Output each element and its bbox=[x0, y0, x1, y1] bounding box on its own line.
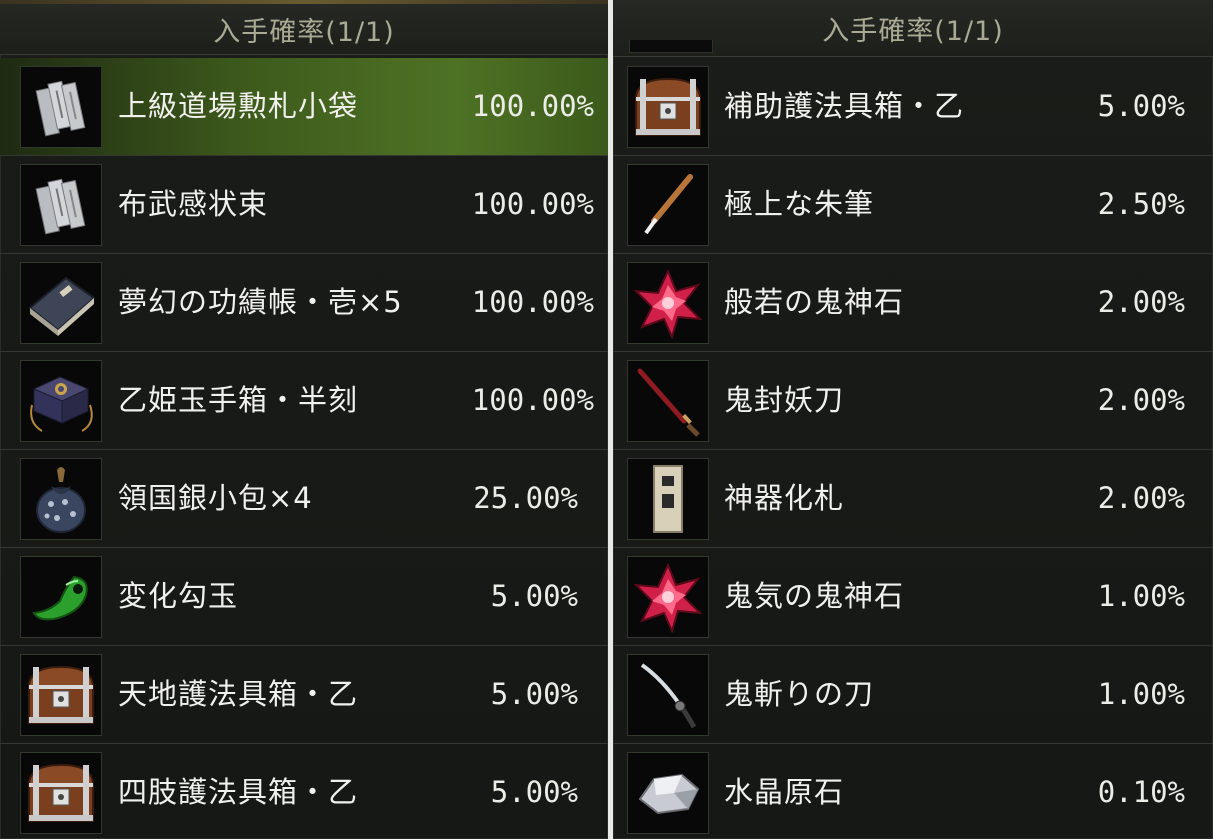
paper-talismans-icon bbox=[20, 66, 102, 148]
item-name: 乙姫玉手箱・半刻 bbox=[118, 383, 359, 417]
red-crystal-icon bbox=[627, 262, 709, 344]
panel-header: 入手確率(1/1) bbox=[0, 4, 608, 55]
item-rate: 2.00% bbox=[1097, 481, 1185, 515]
item-name: 鬼封妖刀 bbox=[724, 383, 845, 417]
katana-icon bbox=[627, 360, 709, 442]
item-rate: 25.00% bbox=[473, 481, 578, 515]
paper-talismans-icon bbox=[20, 164, 102, 246]
item-row[interactable]: 神器化札 2.00% bbox=[613, 450, 1213, 548]
item-rate: 1.00% bbox=[1097, 579, 1185, 613]
item-row[interactable]: 補助護法具箱・乙 5.00% bbox=[613, 58, 1213, 156]
item-rate: 100.00% bbox=[471, 89, 594, 123]
item-row[interactable]: 天地護法具箱・乙 5.00% bbox=[0, 646, 608, 744]
item-row[interactable]: 鬼封妖刀 2.00% bbox=[613, 352, 1213, 450]
magatama-icon bbox=[20, 556, 102, 638]
item-rate: 5.00% bbox=[490, 579, 578, 613]
item-name: 補助護法具箱・乙 bbox=[724, 89, 965, 123]
item-name: 鬼気の鬼神石 bbox=[724, 579, 905, 613]
wooden-tag-icon bbox=[627, 458, 709, 540]
item-row[interactable]: 極上な朱筆 2.50% bbox=[613, 156, 1213, 254]
item-rate: 2.00% bbox=[1097, 285, 1185, 319]
item-rate: 100.00% bbox=[471, 383, 594, 417]
item-rate: 0.10% bbox=[1097, 775, 1185, 809]
item-row[interactable]: 鬼気の鬼神石 1.00% bbox=[613, 548, 1213, 646]
drop-rate-panel-left: 入手確率(1/1) 上級道場勲札小袋 100.00% 布武感状束 100.00%… bbox=[0, 0, 608, 839]
item-name: 般若の鬼神石 bbox=[724, 285, 905, 319]
item-row[interactable]: 四肢護法具箱・乙 5.00% bbox=[0, 744, 608, 839]
item-name: 布武感状束 bbox=[118, 187, 269, 221]
treasure-box-icon bbox=[20, 360, 102, 442]
brush-icon bbox=[627, 164, 709, 246]
chest-icon bbox=[627, 66, 709, 148]
item-row[interactable]: 鬼斬りの刀 1.00% bbox=[613, 646, 1213, 744]
item-name: 夢幻の功績帳・壱×5 bbox=[118, 285, 403, 319]
silver-pouch-icon bbox=[20, 458, 102, 540]
item-row[interactable]: 布武感状束 100.00% bbox=[0, 156, 608, 254]
item-rate: 2.00% bbox=[1097, 383, 1185, 417]
item-name: 天地護法具箱・乙 bbox=[118, 677, 359, 711]
item-name: 変化勾玉 bbox=[118, 579, 239, 613]
item-row[interactable]: 変化勾玉 5.00% bbox=[0, 548, 608, 646]
item-row[interactable]: 般若の鬼神石 2.00% bbox=[613, 254, 1213, 352]
item-name: 四肢護法具箱・乙 bbox=[118, 775, 359, 809]
blade-icon bbox=[627, 654, 709, 736]
drop-rate-panel-right: 入手確率(1/1) 補助護法具箱・乙 5.00% 極上な朱筆 2.50% 般若の… bbox=[613, 0, 1213, 839]
item-rate: 5.00% bbox=[490, 775, 578, 809]
item-rate: 2.50% bbox=[1097, 187, 1185, 221]
chest-icon bbox=[20, 654, 102, 736]
item-row[interactable]: 水晶原石 0.10% bbox=[613, 744, 1213, 839]
item-rate: 5.00% bbox=[1097, 89, 1185, 123]
item-row[interactable]: 夢幻の功績帳・壱×5 100.00% bbox=[0, 254, 608, 352]
item-list: 補助護法具箱・乙 5.00% 極上な朱筆 2.50% 般若の鬼神石 2.00% … bbox=[613, 58, 1213, 839]
red-crystal-icon bbox=[627, 556, 709, 638]
item-name: 領国銀小包×4 bbox=[118, 481, 313, 515]
item-name: 上級道場勲札小袋 bbox=[118, 89, 359, 123]
item-rate: 1.00% bbox=[1097, 677, 1185, 711]
item-name: 鬼斬りの刀 bbox=[724, 677, 875, 711]
item-rate: 5.00% bbox=[490, 677, 578, 711]
item-row[interactable]: 上級道場勲札小袋 100.00% bbox=[0, 58, 608, 156]
ledger-book-icon bbox=[20, 262, 102, 344]
item-row[interactable]: 乙姫玉手箱・半刻 100.00% bbox=[0, 352, 608, 450]
item-list: 上級道場勲札小袋 100.00% 布武感状束 100.00% 夢幻の功績帳・壱×… bbox=[0, 58, 608, 839]
item-name: 極上な朱筆 bbox=[724, 187, 875, 221]
item-name: 神器化札 bbox=[724, 481, 845, 515]
quartz-icon bbox=[627, 752, 709, 834]
item-row[interactable]: 領国銀小包×4 25.00% bbox=[0, 450, 608, 548]
item-rate: 100.00% bbox=[471, 187, 594, 221]
item-rate: 100.00% bbox=[471, 285, 594, 319]
scrolled-row-edge bbox=[629, 40, 713, 53]
chest-icon bbox=[20, 752, 102, 834]
item-name: 水晶原石 bbox=[724, 775, 845, 809]
